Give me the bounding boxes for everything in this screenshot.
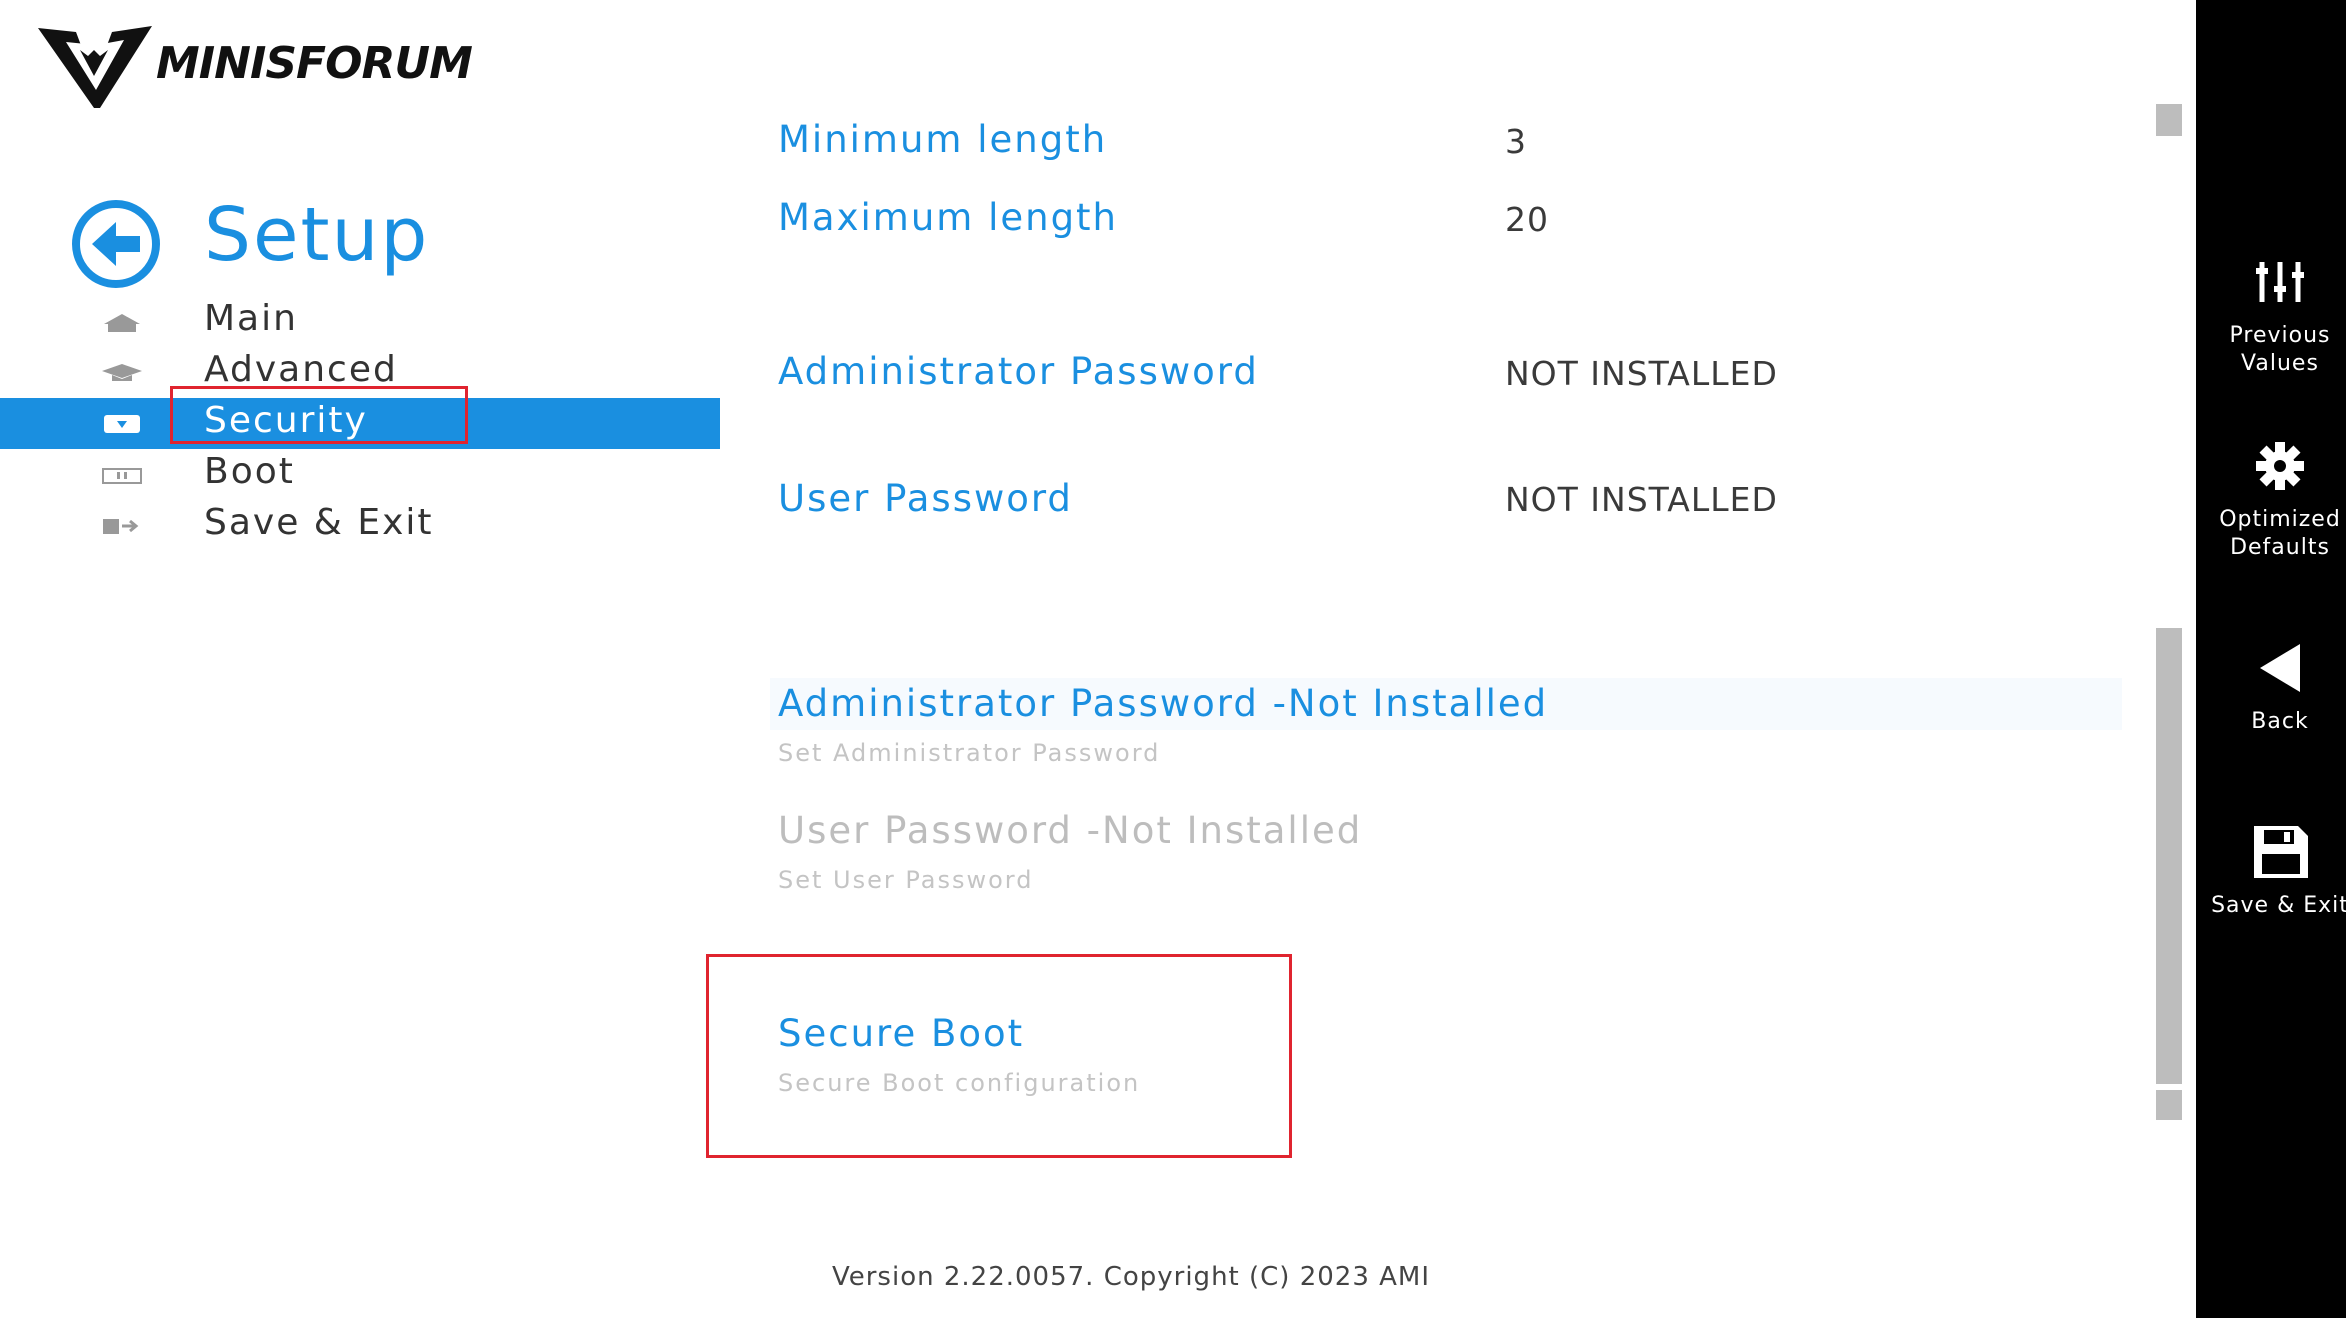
back-arrow-icon[interactable] [70,198,162,290]
previous-values-button[interactable]: Previous Values [2196,256,2346,378]
sidebar-item-label: Save & Exit [204,502,434,543]
version-footer: Version 2.22.0057. Copyright (C) 2023 AM… [831,1262,1431,1292]
security-highlight-box [170,386,468,444]
sidebar-item-label: Advanced [204,349,398,390]
shield-icon [104,415,140,433]
sliders-icon [2256,262,2304,302]
menu-item-title: User Password -Not Installed [778,809,1363,852]
minisforum-logo: MINISFORUM [36,20,556,110]
optimized-defaults-button[interactable]: Optimized Defaults [2196,440,2346,562]
floppy-disk-icon [2254,826,2308,878]
side-button-label: Previous Values [2229,323,2331,376]
scrollbar-top-cap[interactable] [2156,104,2182,136]
drive-icon [102,468,142,484]
back-button[interactable]: Back [2196,642,2346,736]
admin-password-menu-item[interactable]: Administrator Password -Not Installed Se… [778,682,1548,767]
page-title: Setup [204,192,430,278]
admin-password-label: Administrator Password [778,350,1259,393]
secure-boot-highlight-box [706,954,1292,1158]
graduation-cap-icon [102,364,142,381]
menu-item-description: Set User Password [778,866,1034,894]
function-key-panel: Previous Values Optimized Defaults Back [2196,0,2346,1318]
max-length-label: Maximum length [778,196,1119,239]
sidebar-item-label: Main [204,298,298,339]
side-button-label: Optimized Defaults [2219,507,2341,560]
home-icon [104,314,140,332]
sidebar-item-boot[interactable]: Boot [0,449,720,500]
menu-item-description: Set Administrator Password [778,739,1161,767]
save-exit-button[interactable]: Save & Exit [2196,826,2346,920]
sidebar-item-main[interactable]: Main [0,296,720,347]
back-triangle-icon [2260,644,2300,692]
side-button-label: Back [2251,709,2309,734]
min-length-label: Minimum length [778,118,1108,161]
side-button-label: Save & Exit [2211,893,2346,918]
logo-text: MINISFORUM [156,38,473,89]
user-password-label: User Password [778,477,1073,520]
sidebar-item-save-exit[interactable]: Save & Exit [0,500,720,551]
scrollbar-bottom-cap[interactable] [2156,1090,2182,1120]
admin-password-status: NOT INSTALLED [1505,354,1778,393]
min-length-value: 3 [1505,122,1527,161]
user-password-menu-item[interactable]: User Password -Not Installed Set User Pa… [778,809,1362,894]
gear-icon [2256,442,2304,490]
sidebar-item-label: Boot [204,451,295,492]
max-length-value: 20 [1505,200,1549,239]
scrollbar-thumb[interactable] [2156,628,2182,1084]
exit-icon [103,519,139,534]
minisforum-logo-mark-icon [38,26,152,108]
menu-item-title: Administrator Password -Not Installed [778,682,1549,725]
user-password-status: NOT INSTALLED [1505,480,1778,519]
